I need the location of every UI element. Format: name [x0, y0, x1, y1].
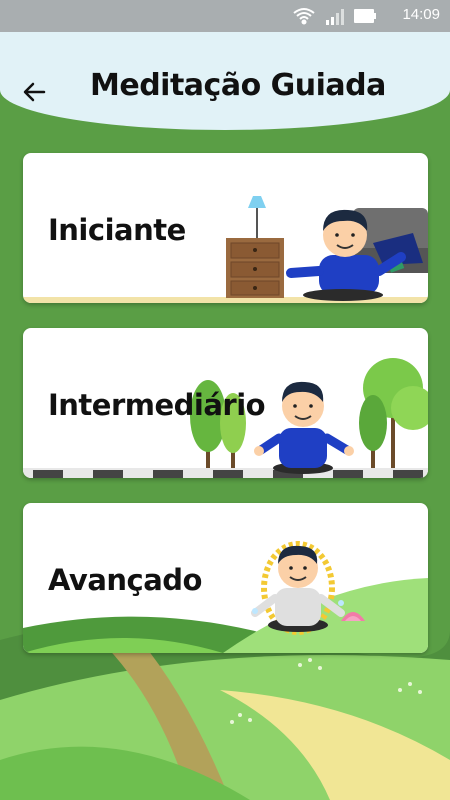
- level-label-beginner: Iniciante: [48, 213, 186, 247]
- level-card-intermediate[interactable]: Intermediário: [23, 328, 428, 478]
- battery-icon: [354, 9, 376, 23]
- level-label-intermediate: Intermediário: [48, 388, 266, 422]
- arrow-left-icon: [23, 82, 46, 102]
- signal-icon: [326, 9, 344, 25]
- back-button[interactable]: [20, 76, 52, 108]
- status-bar: 14:09: [0, 0, 450, 32]
- level-label-advanced: Avançado: [48, 563, 202, 597]
- app-header: Meditação Guiada: [0, 32, 450, 130]
- status-time: 14:09: [402, 6, 440, 23]
- level-card-advanced[interactable]: Avançado: [23, 503, 428, 653]
- status-icons: [293, 8, 376, 25]
- level-card-beginner[interactable]: Iniciante: [23, 153, 428, 303]
- page-title: Meditação Guiada: [90, 68, 386, 103]
- wifi-icon: [293, 8, 315, 25]
